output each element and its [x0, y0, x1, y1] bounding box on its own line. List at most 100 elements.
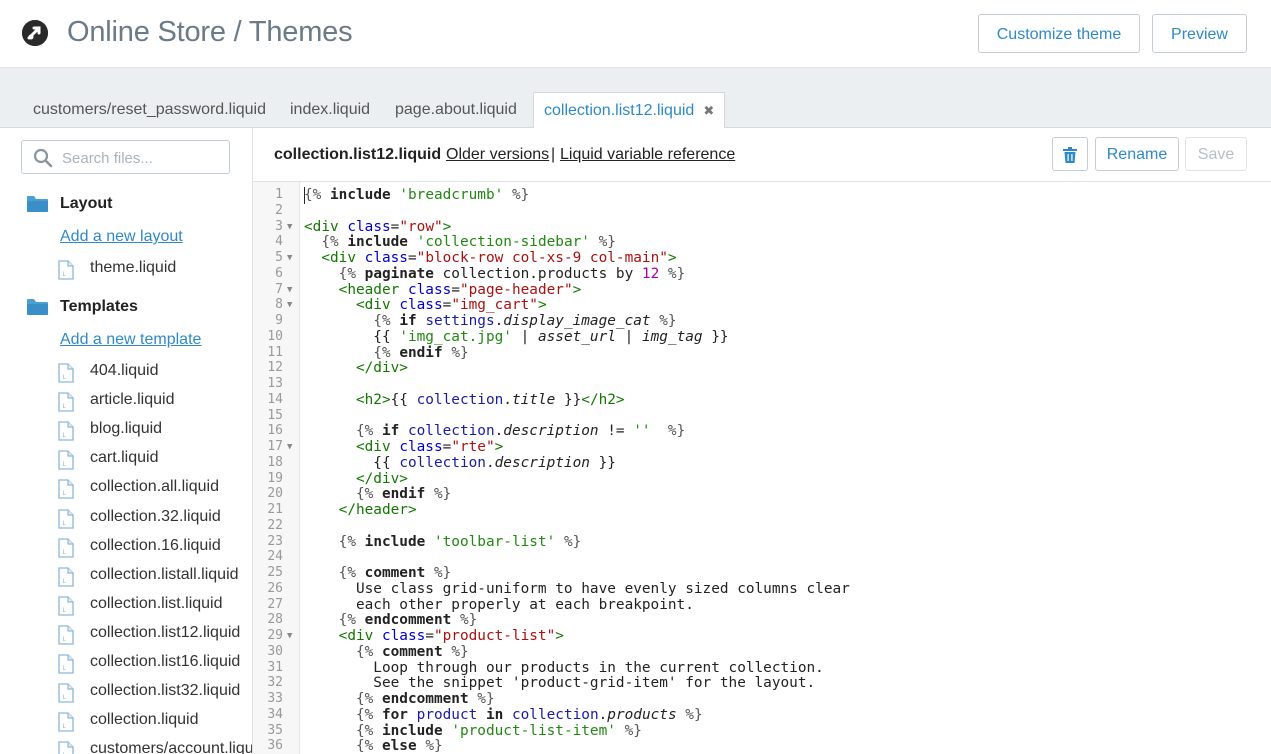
- code-editor[interactable]: 1 {% include 'breadcrumb' %} 2 3 ▼ <div class…: [253, 182, 1271, 754]
- file-item[interactable]: Lcollection.list.liquid: [58, 595, 252, 621]
- code-token: collection: [399, 454, 486, 471]
- file-item[interactable]: Lcollection.all.liquid: [58, 478, 252, 504]
- tab-page-about[interactable]: page.about.liquid: [387, 92, 525, 127]
- fold-arrow-icon[interactable]: ▼: [287, 297, 292, 313]
- code-token: each other properly at each breakpoint.: [304, 596, 694, 613]
- add-template-link[interactable]: Add a new template: [60, 331, 201, 349]
- file-item[interactable]: Lblog.liquid: [58, 420, 252, 446]
- code-token: </h2>: [581, 391, 625, 408]
- line-number: 1: [275, 187, 283, 202]
- line-number: 36: [267, 738, 283, 754]
- code-text: See the snippet 'product-grid-item' for …: [304, 675, 815, 691]
- code-text: Use class grid-uniform to have evenly si…: [304, 581, 850, 597]
- code-token: comment: [364, 565, 426, 581]
- code-token: %}: [685, 706, 703, 723]
- tab-label: page.about.liquid: [395, 101, 517, 118]
- code-line: 35 {% include 'product-list-item' %}: [253, 723, 1271, 739]
- file-item[interactable]: Lcollection.list16.liquid: [58, 653, 252, 679]
- search-box: [21, 140, 230, 174]
- code-line: 4 {% include 'collection-sidebar' %}: [253, 234, 1271, 250]
- code-token: "product-list": [433, 628, 556, 644]
- file-name: collection.32.liquid: [90, 507, 221, 525]
- code-text: {% include 'toolbar-list' %}: [304, 534, 582, 550]
- code-token: <div: [304, 218, 339, 235]
- code-token: </div>: [355, 360, 408, 377]
- liquid-file-icon: L: [58, 479, 74, 504]
- add-layout-link[interactable]: Add a new layout: [60, 228, 183, 246]
- file-item[interactable]: L 404.liquid: [58, 362, 252, 388]
- code-token: class: [364, 250, 408, 266]
- code-token: %}: [477, 691, 495, 707]
- file-item[interactable]: Lcollection.list32.liquid: [58, 682, 252, 708]
- text-cursor: [304, 187, 305, 204]
- file-item[interactable]: Larticle.liquid: [58, 391, 252, 417]
- file-name: theme.liquid: [90, 259, 177, 276]
- tab-label: collection.list12.liquid: [544, 102, 695, 119]
- preview-button[interactable]: Preview: [1152, 14, 1247, 53]
- line-number: 31: [267, 659, 283, 675]
- delete-button[interactable]: [1052, 137, 1088, 171]
- code-token: =: [451, 281, 460, 298]
- link-separator: |: [551, 146, 556, 163]
- line-number: 28: [267, 612, 283, 628]
- file-item[interactable]: Lcollection.32.liquid: [58, 507, 252, 534]
- file-name: collection.list12.liquid: [90, 623, 241, 641]
- code-line: 5 ▼ <div class="block-row col-xs-9 col-ma…: [253, 250, 1271, 266]
- tab-collection-list12[interactable]: collection.list12.liquid ✖: [533, 92, 726, 128]
- code-token: .: [494, 423, 504, 440]
- tab-index[interactable]: index.liquid: [282, 92, 378, 127]
- save-button[interactable]: Save: [1185, 137, 1247, 171]
- file-item[interactable]: Lcart.liquid: [58, 449, 252, 475]
- line-number: 14: [267, 391, 283, 407]
- code-token: class: [347, 218, 391, 235]
- page-title: Online Store / Themes: [67, 16, 353, 48]
- code-text: {{ collection.description }}: [304, 455, 616, 471]
- file-item[interactable]: Lcustomers/account.liquid: [58, 740, 252, 754]
- fold-arrow-icon[interactable]: ▼: [287, 439, 292, 455]
- file-name: collection.list16.liquid: [90, 653, 241, 670]
- file-item[interactable]: Lcollection.list12.liquid: [58, 623, 252, 650]
- code-token: <div: [321, 250, 356, 266]
- fold-arrow-icon[interactable]: ▼: [287, 628, 292, 644]
- code-token: =: [442, 297, 452, 314]
- file-item[interactable]: Ltheme.liquid: [58, 259, 252, 285]
- file-item[interactable]: Lcollection.liquid: [58, 711, 252, 737]
- search-input[interactable]: [60, 142, 229, 174]
- code-text: {% include 'collection-sidebar' %}: [304, 234, 616, 250]
- file-item[interactable]: Lcollection.16.liquid: [58, 537, 252, 563]
- file-item[interactable]: Lcollection.listall.liquid: [58, 566, 252, 592]
- code-line: 13: [253, 376, 1271, 392]
- customize-theme-button[interactable]: Customize theme: [978, 14, 1140, 53]
- line-number: 32: [267, 675, 283, 691]
- liquid-file-icon: L: [58, 567, 74, 592]
- liquid-file-icon: L: [58, 625, 74, 650]
- fold-arrow-icon[interactable]: ▼: [287, 219, 292, 235]
- code-token: {{: [304, 328, 400, 345]
- code-token: !=: [598, 423, 634, 440]
- fold-arrow-icon[interactable]: ▼: [287, 250, 292, 266]
- rename-button[interactable]: Rename: [1095, 137, 1179, 171]
- code-token: if: [399, 313, 417, 329]
- line-number: 11: [267, 344, 283, 360]
- tab-customers-reset-password[interactable]: customers/reset_password.liquid: [25, 92, 274, 127]
- file-name: cart.liquid: [90, 449, 159, 467]
- liquid-file-icon: L: [58, 537, 74, 563]
- code-token: include: [330, 187, 391, 203]
- older-versions-link[interactable]: Older versions: [446, 146, 549, 164]
- liquid-variable-reference-link[interactable]: Liquid variable reference: [560, 146, 735, 164]
- line-number: 25: [267, 565, 283, 580]
- code-token: for: [381, 706, 408, 723]
- code-token: <div: [338, 628, 374, 644]
- fold-arrow-icon[interactable]: ▼: [287, 282, 292, 298]
- close-icon[interactable]: ✖: [703, 93, 714, 128]
